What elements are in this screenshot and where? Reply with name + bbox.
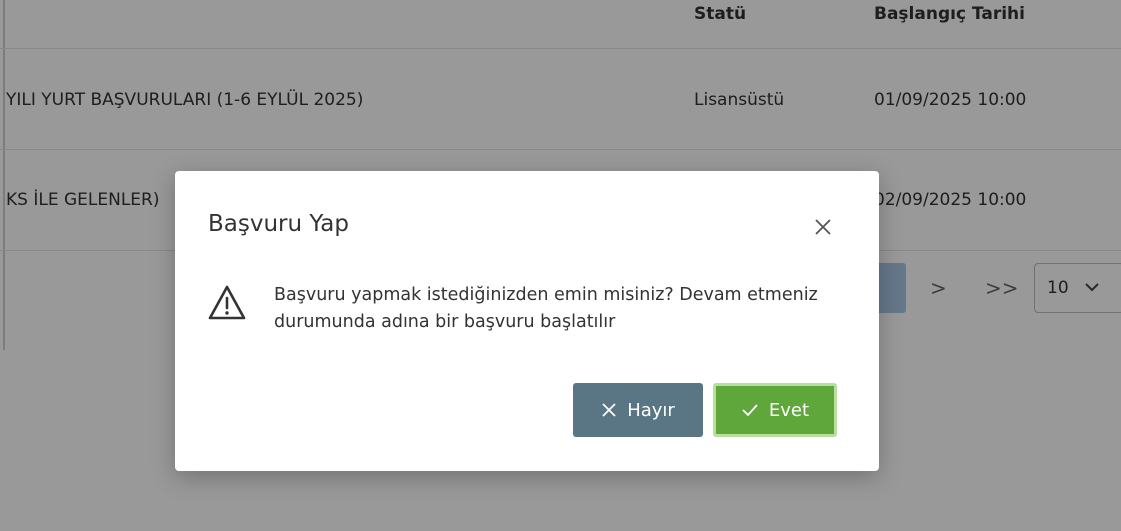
dialog-title: Başvuru Yap (208, 211, 349, 237)
dialog-message: Başvuru yapmak istediğinizden emin misin… (274, 285, 818, 332)
times-icon (601, 402, 617, 418)
warning-icon (207, 283, 247, 323)
close-icon[interactable] (811, 215, 835, 239)
check-icon (741, 402, 759, 418)
no-button-label: Hayır (627, 399, 675, 421)
no-button[interactable]: Hayır (573, 383, 703, 437)
yes-button-label: Evet (768, 399, 810, 421)
yes-button[interactable]: Evet (713, 383, 837, 437)
confirm-dialog: Başvuru Yap Başvuru yapmak istediğinizde… (175, 171, 879, 471)
